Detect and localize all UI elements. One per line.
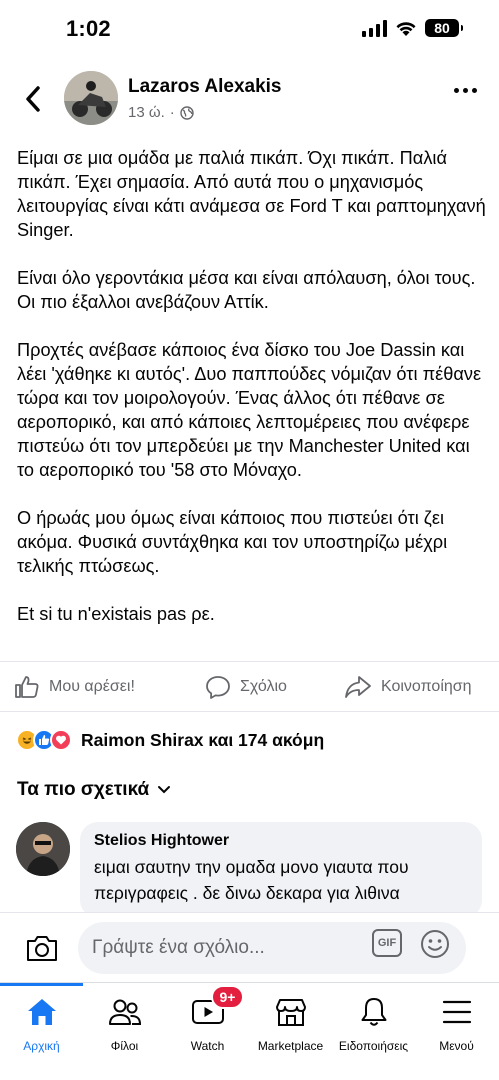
tab-notifications[interactable]: Ειδοποιήσεις [332,995,415,1053]
like-label: Μου αρέσει! [49,678,135,695]
camera-button[interactable] [25,933,59,963]
globe-icon [180,105,194,120]
post-paragraph: Προχτές ανέβασε κάποιος ένα δίσκο του Jo… [17,340,482,480]
tab-label: Marketplace [257,1039,324,1053]
share-label: Κοινοποίηση [381,678,472,695]
author-avatar[interactable] [64,71,118,125]
tab-label: Αρχική [23,1039,60,1053]
more-options-button[interactable] [454,88,477,93]
tab-home[interactable]: Αρχική [0,995,83,1053]
comment-author[interactable]: Stelios Hightower [94,832,468,850]
post-header: Lazaros Alexakis 13 ώ. · [0,66,499,130]
love-reaction-icon [50,729,72,751]
comment-input[interactable]: Γράψτε ένα σχόλιο... [78,922,466,974]
post-body: Είμαι σε μια ομάδα με παλιά πικάπ. Όχι π… [17,146,489,650]
wifi-icon [396,21,416,36]
comment-composer: Γράψτε ένα σχόλιο... GIF [0,912,499,982]
tab-friends[interactable]: Φίλοι [83,995,166,1053]
commenter-avatar[interactable] [16,822,70,876]
divider [0,711,499,712]
status-bar: 1:02 80 [0,0,499,58]
bottom-tab-bar: Αρχική Φίλοι 9+ Watch Marketplace Ειδοπο… [0,982,499,1080]
marketplace-icon [275,999,306,1026]
tab-label: Μενού [439,1039,474,1053]
reaction-icons [16,729,72,751]
tab-label: Watch [190,1039,225,1053]
reactions-text: Raimon Shirax και 174 ακόμη [81,729,325,750]
reactions-summary[interactable]: Raimon Shirax και 174 ακόμη [16,729,324,751]
notification-badge: 9+ [210,985,245,1009]
tab-label: Ειδοποιήσεις [338,1039,409,1053]
comment-label: Σχόλιο [240,678,287,695]
tab-watch[interactable]: 9+ Watch [166,985,249,1053]
post-paragraph: Et si tu n'existais pas ρε. [17,604,215,624]
status-time: 1:02 [66,16,111,41]
tab-label: Φίλοι [110,1039,139,1053]
active-tab-indicator [0,983,83,986]
home-icon [27,999,56,1025]
comment-button[interactable]: Σχόλιο [205,668,287,706]
comment-sort-selector[interactable]: Τα πιο σχετικά [17,779,171,801]
post-paragraph: Είμαι σε μια ομάδα με παλιά πικάπ. Όχι π… [17,148,486,240]
tab-menu[interactable]: Μενού [415,995,498,1053]
battery-icon: 80 [425,19,463,37]
signal-icon [362,19,387,37]
like-button[interactable]: Μου αρέσει! [14,668,135,706]
post-paragraph: Ο ήρωάς μου όμως είναι κάποιος που πιστε… [17,508,448,576]
menu-icon [442,1000,471,1024]
status-icons: 80 [362,19,463,37]
back-button[interactable] [18,84,48,114]
thumbs-up-icon [15,676,39,698]
comment-bubble[interactable]: Stelios Hightower ειμαι σαυτην την ομαδα… [80,822,482,918]
emoji-button[interactable] [420,929,450,959]
post-meta: 13 ώ. · [128,104,194,121]
sort-label: Τα πιο σχετικά [17,779,150,800]
gif-button[interactable]: GIF [372,929,402,957]
meta-separator: · [169,104,175,121]
post-actions: Μου αρέσει! Σχόλιο Κοινοποίηση [0,668,499,706]
smiley-icon [421,930,449,958]
share-arrow-icon [345,676,371,698]
post-paragraph: Είναι όλο γεροντάκια μέσα και είναι απόλ… [17,268,476,312]
chevron-left-icon [26,86,40,112]
post-time: 13 ώ. [128,104,165,121]
speech-bubble-icon [206,675,230,699]
tab-marketplace[interactable]: Marketplace [249,995,332,1053]
bell-icon [361,998,386,1026]
camera-icon [27,936,57,961]
author-name[interactable]: Lazaros Alexakis [128,76,282,98]
comment-text: ειμαι σαυτην την ομαδα μονο γιαυτα που π… [94,857,409,903]
friends-icon [108,999,141,1025]
share-button[interactable]: Κοινοποίηση [344,668,472,706]
divider [0,661,499,662]
chevron-down-icon [158,786,171,794]
